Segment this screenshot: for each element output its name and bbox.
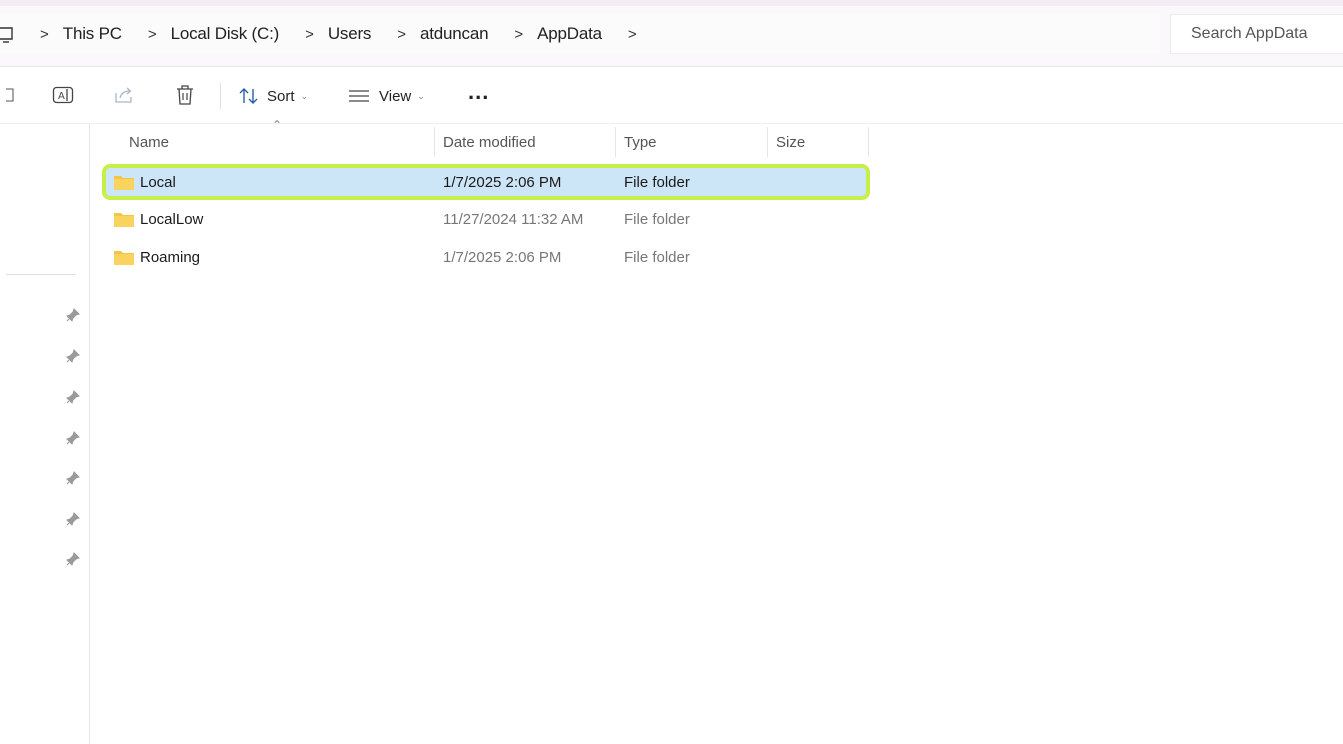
folder-icon: [114, 213, 134, 227]
toolbar-divider: [220, 83, 221, 109]
sort-icon: [239, 88, 258, 104]
rename-icon[interactable]: A: [52, 84, 74, 106]
breadcrumb-separator[interactable]: >: [148, 26, 157, 43]
file-date-modified: 1/7/2025 2:06 PM: [443, 173, 562, 191]
delete-icon[interactable]: [174, 84, 196, 106]
search-input[interactable]: [1189, 15, 1343, 53]
breadcrumb-atduncan[interactable]: atduncan: [420, 24, 489, 44]
breadcrumb-local-disk[interactable]: Local Disk (C:): [171, 24, 280, 44]
more-options-button[interactable]: ...: [468, 81, 489, 103]
folder-icon: [114, 251, 134, 265]
breadcrumb: > This PC > Local Disk (C:) > Users > at…: [40, 14, 651, 54]
breadcrumb-separator[interactable]: >: [305, 26, 314, 43]
view-label: View: [379, 87, 412, 105]
file-date-modified: 11/27/2024 11:32 AM: [443, 210, 584, 228]
column-resize-handle[interactable]: [434, 127, 435, 157]
file-row-local[interactable]: Local 1/7/2025 2:06 PM File folder: [102, 164, 870, 200]
column-header-date[interactable]: Date modified: [443, 124, 536, 160]
share-icon[interactable]: [113, 84, 135, 106]
breadcrumb-separator: >: [40, 25, 49, 43]
address-area: > This PC > Local Disk (C:) > Users > at…: [0, 6, 1343, 67]
address-bar[interactable]: > This PC > Local Disk (C:) > Users > at…: [0, 14, 1160, 54]
column-resize-handle[interactable]: [615, 127, 616, 157]
chevron-down-icon: ⌄: [417, 90, 425, 101]
column-resize-handle[interactable]: [767, 127, 768, 157]
file-type: File folder: [624, 210, 690, 228]
navigation-pane: [0, 124, 90, 744]
breadcrumb-separator[interactable]: >: [514, 26, 523, 43]
svg-text:A: A: [58, 91, 65, 102]
column-resize-handle[interactable]: [868, 127, 869, 157]
sort-button[interactable]: Sort ⌄: [238, 83, 308, 109]
file-type: File folder: [624, 248, 690, 266]
breadcrumb-separator[interactable]: >: [628, 26, 637, 43]
copy-icon[interactable]: [0, 84, 22, 106]
file-name: Local: [140, 173, 176, 191]
sort-ascending-icon: ⌃: [272, 118, 283, 132]
breadcrumb-this-pc[interactable]: This PC: [63, 24, 122, 44]
file-date-modified: 1/7/2025 2:06 PM: [443, 248, 562, 266]
breadcrumb-appdata[interactable]: AppData: [537, 24, 602, 44]
pin-icon[interactable]: [66, 512, 80, 526]
file-name: LocalLow: [140, 210, 204, 228]
breadcrumb-users[interactable]: Users: [328, 24, 372, 44]
column-header-type[interactable]: Type: [624, 124, 657, 160]
view-icon: [349, 90, 369, 102]
column-header-size[interactable]: Size: [776, 124, 805, 160]
sort-label: Sort: [267, 87, 295, 105]
column-header-name[interactable]: Name: [129, 124, 169, 160]
view-button[interactable]: View ⌄: [348, 83, 425, 109]
pin-icon[interactable]: [66, 349, 80, 363]
file-type: File folder: [624, 173, 690, 191]
command-bar: A Sort ⌄ View ⌄ ...: [0, 67, 1343, 124]
pin-icon[interactable]: [66, 308, 80, 322]
pin-icon[interactable]: [66, 431, 80, 445]
pin-icon[interactable]: [66, 552, 80, 566]
nav-divider: [6, 274, 76, 275]
breadcrumb-separator[interactable]: >: [397, 26, 406, 43]
folder-icon: [114, 176, 134, 190]
pin-icon[interactable]: [66, 390, 80, 404]
search-box[interactable]: [1170, 14, 1343, 54]
this-pc-icon: [0, 27, 13, 43]
chevron-down-icon: ⌄: [300, 90, 309, 101]
file-name: Roaming: [140, 248, 201, 266]
file-row-locallow[interactable]: LocalLow 11/27/2024 11:32 AM File folder: [104, 203, 869, 235]
file-row-roaming[interactable]: Roaming 1/7/2025 2:06 PM File folder: [104, 241, 869, 273]
pin-icon[interactable]: [66, 471, 80, 485]
